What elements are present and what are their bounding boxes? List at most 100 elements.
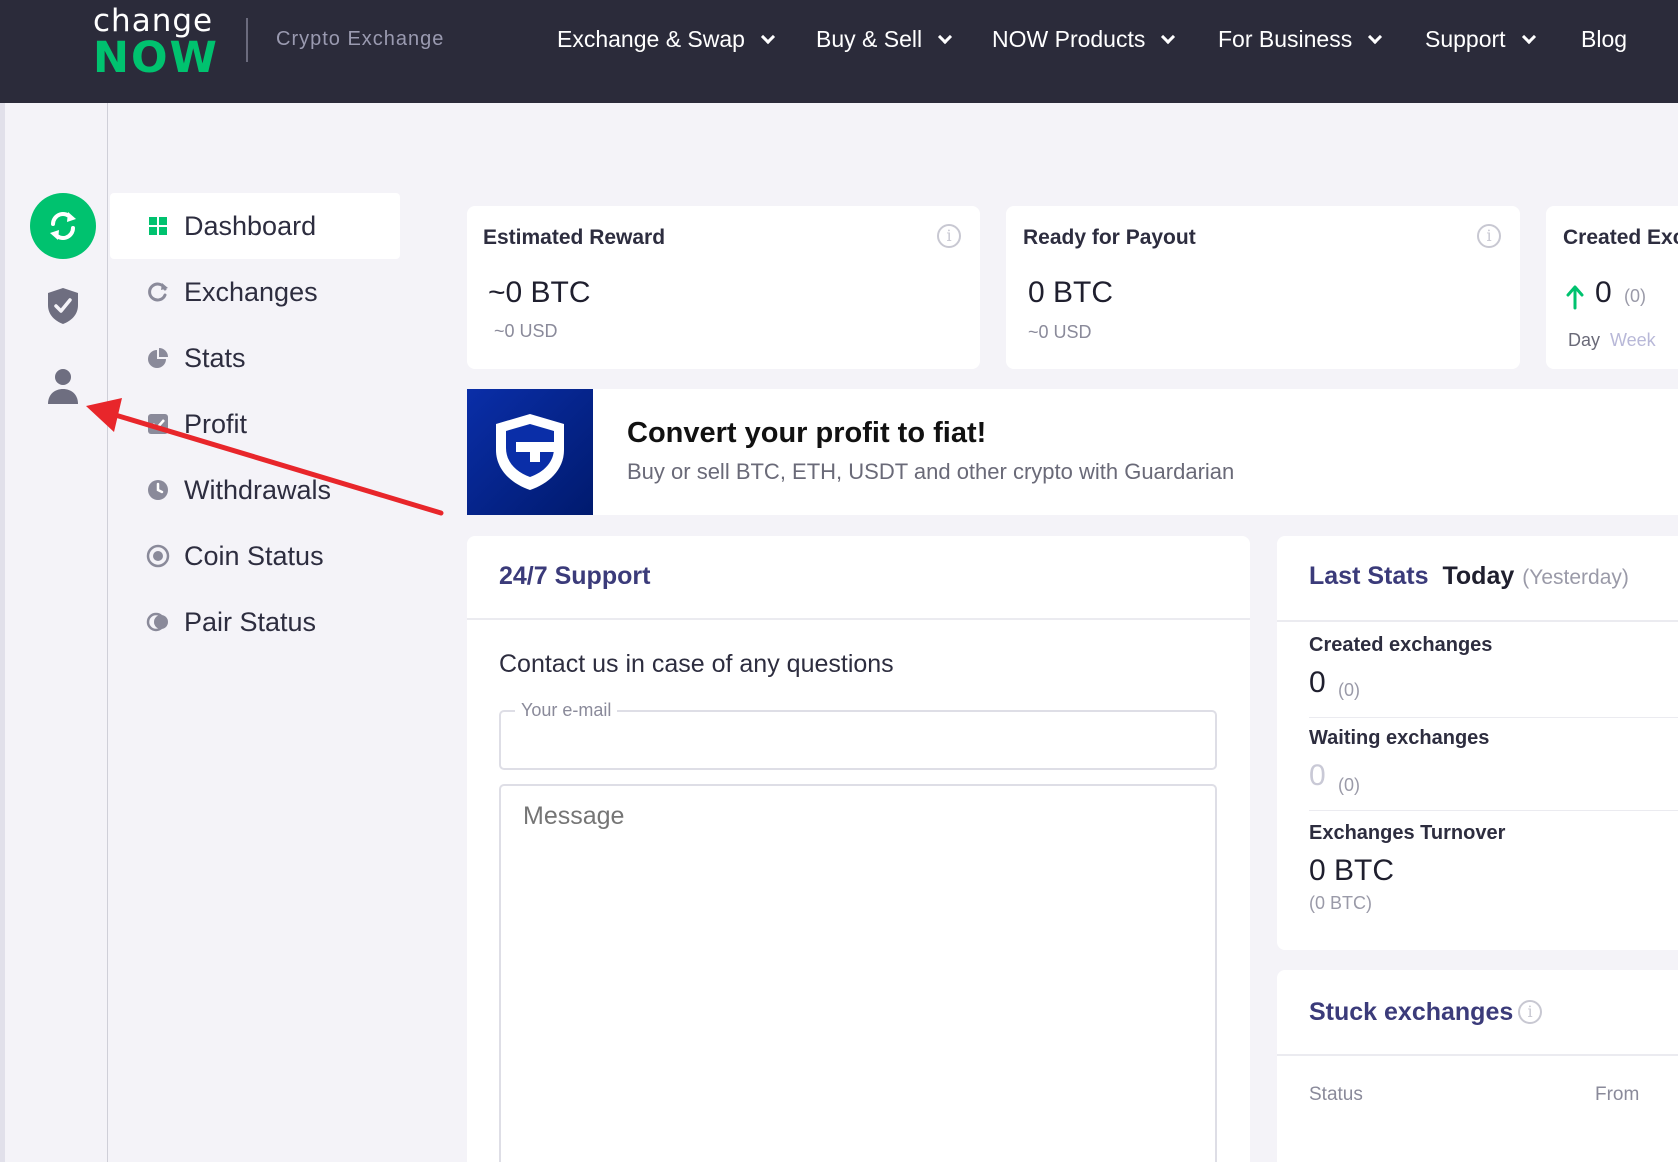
- last-stats-panel: Last Stats Today (Yesterday) Created excha…: [1277, 536, 1678, 950]
- turnover-value: 0 BTC: [1309, 854, 1395, 887]
- chevron-down-icon: [938, 29, 953, 44]
- chevron-down-icon: [1521, 29, 1536, 44]
- payout-usd: ~0 USD: [1028, 322, 1092, 342]
- column-status: Status: [1309, 1084, 1363, 1105]
- created-exchanges-prev: (0): [1338, 680, 1360, 700]
- card-title: Estimated Reward: [483, 226, 666, 249]
- message-field[interactable]: [499, 784, 1217, 1162]
- divider: [1277, 620, 1678, 622]
- card-title: Ready for Payout: [1023, 226, 1196, 249]
- shield-check-icon: [48, 288, 78, 324]
- sidebar-item-label: Stats: [184, 342, 246, 373]
- period-day-tab[interactable]: Day: [1568, 330, 1600, 351]
- banner-title: Convert your profit to fiat!: [627, 417, 987, 449]
- created-prev: (0): [1624, 286, 1646, 306]
- nav-now-products[interactable]: NOW Products: [992, 26, 1176, 53]
- tab-today[interactable]: Today: [1442, 562, 1514, 590]
- support-panel: 24/7 Support Contact us in case of any q…: [467, 536, 1250, 1162]
- sidebar-item-stats[interactable]: Stats: [110, 325, 400, 391]
- chevron-down-icon: [1161, 29, 1176, 44]
- turnover-label: Exchanges Turnover: [1309, 822, 1506, 844]
- clock-icon: [148, 480, 168, 500]
- sidebar-item-label: Withdrawals: [184, 474, 332, 505]
- email-field[interactable]: Your e-mail: [499, 700, 1217, 770]
- sidebar-item-profit[interactable]: Profit: [110, 391, 400, 457]
- card-title: Created Exc: [1563, 226, 1678, 249]
- nav-label: Blog: [1581, 26, 1628, 52]
- rail-profile-button[interactable]: [30, 353, 96, 419]
- nav-label: Exchange & Swap: [557, 26, 745, 52]
- payout-value: 0 BTC: [1028, 276, 1114, 309]
- pair-icon: [146, 612, 168, 632]
- nav-label: Buy & Sell: [816, 26, 923, 52]
- estimated-reward-usd: ~0 USD: [494, 321, 558, 341]
- changenow-logo[interactable]: change NOW: [93, 4, 219, 83]
- waiting-exchanges-value: 0: [1309, 759, 1326, 792]
- info-icon[interactable]: i: [1477, 224, 1501, 248]
- created-exchanges-value: 0: [1309, 666, 1326, 699]
- sidebar-item-label: Profit: [184, 408, 248, 439]
- coin-icon: [146, 544, 170, 568]
- top-navbar: change NOW Crypto Exchange Exchange & Sw…: [0, 0, 1678, 103]
- waiting-exchanges-prev: (0): [1338, 775, 1360, 795]
- nav-label: For Business: [1218, 26, 1353, 52]
- divider: [1309, 810, 1678, 811]
- last-stats-header: Last Stats Today (Yesterday): [1309, 562, 1629, 591]
- nav-support[interactable]: Support: [1425, 26, 1536, 53]
- rail-exchange-button[interactable]: [30, 193, 96, 259]
- nav-exchange-swap[interactable]: Exchange & Swap: [557, 26, 776, 53]
- created-exchanges-card: Created Exc 0 (0) Day Week: [1546, 206, 1678, 369]
- refresh-icon: [148, 282, 168, 302]
- check-square-icon: [148, 414, 168, 434]
- sidebar-menu: Dashboard Exchanges Stats Profit Withdra…: [110, 193, 400, 655]
- guardarian-shield-icon: [496, 414, 564, 490]
- user-icon: [48, 369, 78, 404]
- sidebar-item-label: Exchanges: [184, 276, 318, 307]
- stuck-exchanges-panel: Stuck exchanges i Status From: [1277, 970, 1678, 1162]
- estimated-reward-value: ~0 BTC: [488, 276, 591, 309]
- created-value: 0: [1595, 276, 1612, 309]
- sidebar-item-label: Pair Status: [184, 606, 317, 637]
- column-from: From: [1595, 1084, 1640, 1105]
- support-title: 24/7 Support: [499, 562, 651, 590]
- rail-security-button[interactable]: [30, 273, 96, 339]
- period-week-tab[interactable]: Week: [1610, 330, 1656, 351]
- guardarian-banner[interactable]: Convert your profit to fiat! Buy or sell…: [467, 389, 1678, 515]
- estimated-reward-card: Estimated Reward i ~0 BTC ~0 USD: [467, 206, 980, 369]
- support-text: Contact us in case of any questions: [499, 650, 894, 678]
- pie-chart-icon: [148, 348, 168, 368]
- chevron-down-icon: [1368, 29, 1383, 44]
- ready-for-payout-card: Ready for Payout i 0 BTC ~0 USD: [1006, 206, 1520, 369]
- guardarian-logo: [467, 389, 593, 515]
- nav-blog[interactable]: Blog: [1581, 26, 1627, 53]
- exchange-cycle-icon: [50, 212, 76, 240]
- last-stats-title: Last Stats: [1309, 562, 1429, 590]
- nav-label: NOW Products: [992, 26, 1146, 52]
- tab-yesterday[interactable]: (Yesterday): [1522, 566, 1629, 589]
- logo-divider: [246, 18, 248, 62]
- stuck-exchanges-title: Stuck exchanges: [1309, 998, 1514, 1026]
- divider: [1277, 1054, 1678, 1056]
- banner-subtitle: Buy or sell BTC, ETH, USDT and other cry…: [627, 459, 1235, 484]
- sidebar-item-label: Dashboard: [184, 210, 317, 241]
- sidebar-item-dashboard[interactable]: Dashboard: [110, 193, 400, 259]
- turnover-prev: (0 BTC): [1309, 893, 1372, 913]
- logo-subtitle: Crypto Exchange: [276, 28, 445, 50]
- logo-text-now: NOW: [93, 33, 219, 83]
- nav-label: Support: [1425, 26, 1506, 52]
- chevron-down-icon: [760, 29, 776, 44]
- sidebar-item-pair-status[interactable]: Pair Status: [110, 589, 400, 655]
- nav-for-business[interactable]: For Business: [1218, 26, 1383, 53]
- created-exchanges-label: Created exchanges: [1309, 634, 1493, 656]
- info-icon[interactable]: i: [937, 224, 961, 248]
- sidebar-item-withdrawals[interactable]: Withdrawals: [110, 457, 400, 523]
- info-icon[interactable]: i: [1518, 1000, 1542, 1024]
- icon-rail: [0, 103, 108, 1162]
- grid-icon: [149, 217, 167, 235]
- sidebar-item-coin-status[interactable]: Coin Status: [110, 523, 400, 589]
- sidebar-item-exchanges[interactable]: Exchanges: [110, 259, 400, 325]
- nav-buy-sell[interactable]: Buy & Sell: [816, 26, 953, 53]
- sidebar-item-label: Coin Status: [184, 540, 324, 571]
- divider: [1309, 717, 1678, 718]
- waiting-exchanges-label: Waiting exchanges: [1309, 727, 1490, 749]
